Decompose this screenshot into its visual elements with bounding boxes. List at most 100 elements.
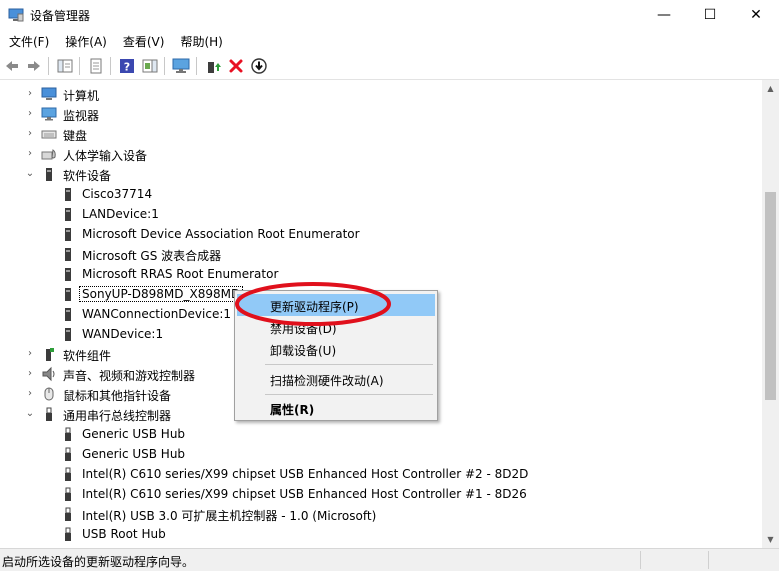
usb-icon (65, 487, 71, 501)
close-button[interactable]: ✕ (733, 0, 779, 30)
menu-file[interactable]: 文件(F) (0, 30, 56, 52)
ctx-scan-hardware-label: 扫描检测硬件改动(A) (270, 374, 384, 388)
tree-category[interactable]: ⌄ 软件设备 (0, 164, 760, 184)
maximize-icon: ☐ (703, 7, 717, 23)
usb-icon (65, 427, 71, 441)
scroll-down-button[interactable]: ▼ (762, 531, 779, 548)
software-device-icon (46, 168, 52, 181)
show-hide-console-tree-button[interactable] (55, 56, 75, 76)
menu-view[interactable]: 查看(V) (114, 30, 172, 52)
scroll-thumb[interactable] (765, 192, 776, 400)
tree-node-label: 通用串行总线控制器 (63, 409, 172, 423)
tree-node-label: WANConnectionDevice:1 (82, 307, 232, 321)
tree-device[interactable]: Intel(R) C610 series/X99 chipset USB Enh… (0, 464, 760, 484)
usb-icon (65, 507, 71, 521)
tree-device[interactable]: Intel(R) C610 series/X99 chipset USB Enh… (0, 484, 760, 504)
tree-category[interactable]: › 键盘 (0, 124, 760, 144)
status-panel-divider (708, 551, 709, 569)
computer-icon (41, 87, 57, 100)
tree-device[interactable]: Microsoft GS 波表合成器 (0, 244, 760, 264)
expand-chevron-icon[interactable]: › (24, 108, 36, 120)
minimize-button[interactable]: — (641, 0, 687, 30)
ctx-update-driver[interactable]: 更新驱动程序(P) (237, 294, 435, 316)
collapse-chevron-icon[interactable]: ⌄ (24, 408, 36, 420)
tree-node-label: 软件组件 (63, 349, 112, 363)
expand-chevron-icon[interactable]: › (24, 388, 36, 400)
software-component-icon (46, 348, 54, 361)
speaker-icon (42, 366, 55, 382)
disable-device-button[interactable] (249, 56, 269, 76)
update-driver-icon (208, 62, 221, 73)
ctx-disable-device[interactable]: 禁用设备(D) (237, 316, 435, 338)
expand-chevron-icon[interactable]: › (24, 88, 36, 100)
close-icon: ✕ (750, 7, 762, 23)
expand-chevron-icon[interactable]: › (24, 368, 36, 380)
expand-chevron-icon[interactable]: › (24, 348, 36, 360)
properties-button[interactable] (86, 56, 106, 76)
software-device-icon (65, 328, 71, 341)
tree-device[interactable]: LANDevice:1 (0, 204, 760, 224)
tree-node-label: Cisco37714 (82, 187, 153, 201)
scroll-up-button[interactable]: ▲ (762, 80, 779, 97)
vertical-scrollbar[interactable]: ▲ ▼ (762, 80, 779, 548)
tree-node-label: 键盘 (63, 129, 88, 143)
forward-arrow-icon (28, 61, 40, 71)
properties-sheet-icon (57, 59, 73, 73)
minimize-icon: — (657, 7, 671, 23)
ctx-uninstall-device-label: 卸载设备(U) (270, 344, 337, 358)
tree-device[interactable]: Generic USB Hub (0, 424, 760, 444)
tree-node-label: 软件设备 (63, 169, 112, 183)
help-button[interactable]: ? (117, 56, 137, 76)
scan-hardware-button[interactable] (171, 56, 191, 76)
ctx-properties[interactable]: 属性(R) (237, 397, 435, 419)
usb-icon (65, 447, 71, 461)
tree-device[interactable]: USB Root Hub (0, 524, 760, 544)
action-pane-button[interactable] (140, 56, 160, 76)
forward-button[interactable] (24, 56, 44, 76)
tree-category[interactable]: › 监视器 (0, 104, 760, 124)
action-pane-icon (142, 59, 158, 73)
uninstall-button[interactable] (226, 56, 246, 76)
tree-node-label: WANDevice:1 (82, 327, 164, 341)
tree-device[interactable]: Microsoft Device Association Root Enumer… (0, 224, 760, 244)
software-device-icon (65, 208, 71, 221)
tree-category[interactable]: › 人体学输入设备 (0, 144, 760, 164)
update-driver-button[interactable] (203, 56, 223, 76)
status-bar: 启动所选设备的更新驱动程序向导。 (0, 548, 779, 571)
expand-chevron-icon[interactable]: › (24, 148, 36, 160)
tree-device[interactable]: Cisco37714 (0, 184, 760, 204)
usb-icon (65, 467, 71, 481)
tree-device[interactable]: Microsoft RRAS Root Enumerator (0, 264, 760, 284)
menu-action[interactable]: 操作(A) (56, 30, 114, 52)
help-icon: ? (120, 59, 134, 74)
ctx-uninstall-device[interactable]: 卸载设备(U) (237, 338, 435, 360)
back-arrow-icon (6, 61, 18, 71)
ctx-properties-label: 属性(R) (270, 403, 315, 417)
tree-node-label: Generic USB Hub (82, 427, 186, 441)
hid-icon (41, 149, 56, 160)
tree-category[interactable]: › 计算机 (0, 84, 760, 104)
menu-help[interactable]: 帮助(H) (171, 30, 229, 52)
expand-chevron-icon[interactable]: › (24, 128, 36, 140)
tree-node-label: Microsoft RRAS Root Enumerator (82, 267, 279, 281)
back-button[interactable] (2, 56, 22, 76)
status-panel-divider (640, 551, 641, 569)
software-device-icon (65, 248, 71, 261)
page-icon (90, 58, 102, 74)
svg-text:?: ? (124, 61, 130, 74)
tree-node-label: 鼠标和其他指针设备 (63, 389, 172, 403)
tree-device[interactable]: Intel(R) USB 3.0 可扩展主机控制器 - 1.0 (Microso… (0, 504, 760, 524)
tree-node-label: Microsoft Device Association Root Enumer… (82, 227, 360, 241)
ctx-separator (265, 394, 433, 395)
tree-device[interactable]: Generic USB Hub (0, 444, 760, 464)
window-title: 设备管理器 (30, 9, 91, 23)
mouse-icon (44, 387, 54, 401)
tree-node-label: 声音、视频和游戏控制器 (63, 369, 196, 383)
tree-node-label: 计算机 (63, 89, 100, 103)
software-device-icon (65, 188, 71, 201)
software-device-icon (65, 308, 71, 321)
collapse-chevron-icon[interactable]: ⌄ (24, 168, 36, 180)
ctx-scan-hardware[interactable]: 扫描检测硬件改动(A) (237, 368, 435, 390)
maximize-button[interactable]: ☐ (687, 0, 733, 30)
software-device-icon (65, 268, 71, 281)
